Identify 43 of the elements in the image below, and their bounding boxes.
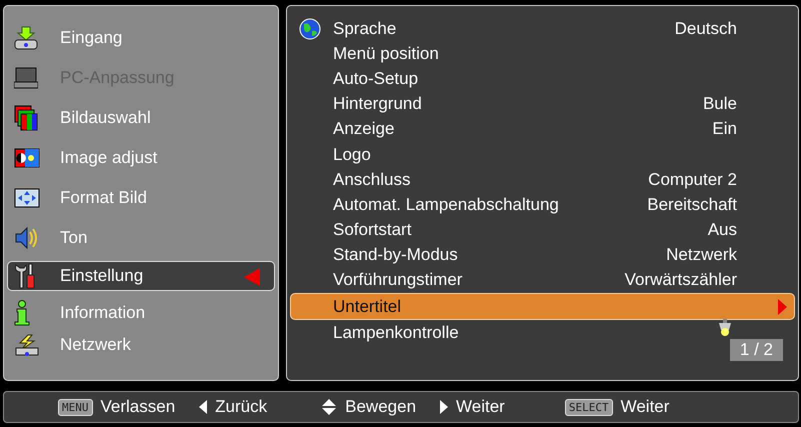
picture-stack-icon [14, 105, 38, 131]
lamp-icon [718, 318, 732, 337]
network-icon [14, 334, 40, 356]
footer-label: Verlassen [100, 397, 176, 418]
footer-label: Bewegen [345, 397, 416, 418]
settings-row[interactable]: Sprache Deutsch [290, 16, 795, 42]
menu-item[interactable]: Ton [7, 218, 275, 258]
settings-row[interactable]: Sofortstart Aus [290, 218, 795, 243]
resize-icon [14, 188, 40, 208]
settings-row[interactable]: Automat. Lampenabschaltung Bereitschaft [290, 192, 795, 218]
projector-icon [14, 26, 38, 50]
globe-icon [299, 18, 321, 40]
settings-row[interactable]: Vorführungstimer Vorwärtszähler [290, 268, 795, 294]
menu-item[interactable]: Eingang [7, 18, 275, 58]
footer-label: Weiter [456, 397, 505, 418]
footer-label: Zurück [215, 397, 268, 418]
menu-item[interactable]: Information [7, 297, 275, 329]
menu-item[interactable]: Bildauswahl [7, 98, 275, 138]
page-indicator: 1 / 2 [730, 339, 783, 362]
menu-item[interactable]: Format Bild [7, 178, 275, 218]
laptop-icon [14, 67, 38, 89]
settings-row[interactable]: Logo [290, 142, 795, 168]
menu-item[interactable]: Image adjust [7, 138, 275, 178]
settings-row[interactable]: Anschluss Computer 2 [290, 167, 795, 192]
left-arrow-icon [199, 400, 208, 414]
settings-row[interactable]: Menü position [290, 41, 795, 66]
info-icon [14, 300, 30, 326]
right-arrow-icon [440, 400, 448, 414]
settings-row[interactable]: Hintergrund Bule [290, 92, 795, 117]
settings-row[interactable]: Stand-by-Modus Netzwerk [290, 242, 795, 268]
pointer-icon [244, 268, 260, 286]
key-label: SELECT [564, 398, 613, 416]
footer-label: Weiter [620, 397, 670, 418]
menu-item[interactable]: Einstellung [7, 261, 275, 291]
up-down-arrow-icon [321, 399, 338, 416]
contrast-icon [14, 148, 40, 168]
settings-row[interactable]: Anzeige Ein [290, 116, 795, 142]
right-arrow-icon [778, 298, 787, 315]
settings-row[interactable]: Auto-Setup [290, 66, 795, 92]
speaker-icon [14, 226, 40, 250]
menu-item[interactable]: Netzwerk [7, 329, 275, 361]
key-label: MENU [58, 398, 92, 416]
settings-row[interactable]: Untertitel [290, 293, 795, 320]
